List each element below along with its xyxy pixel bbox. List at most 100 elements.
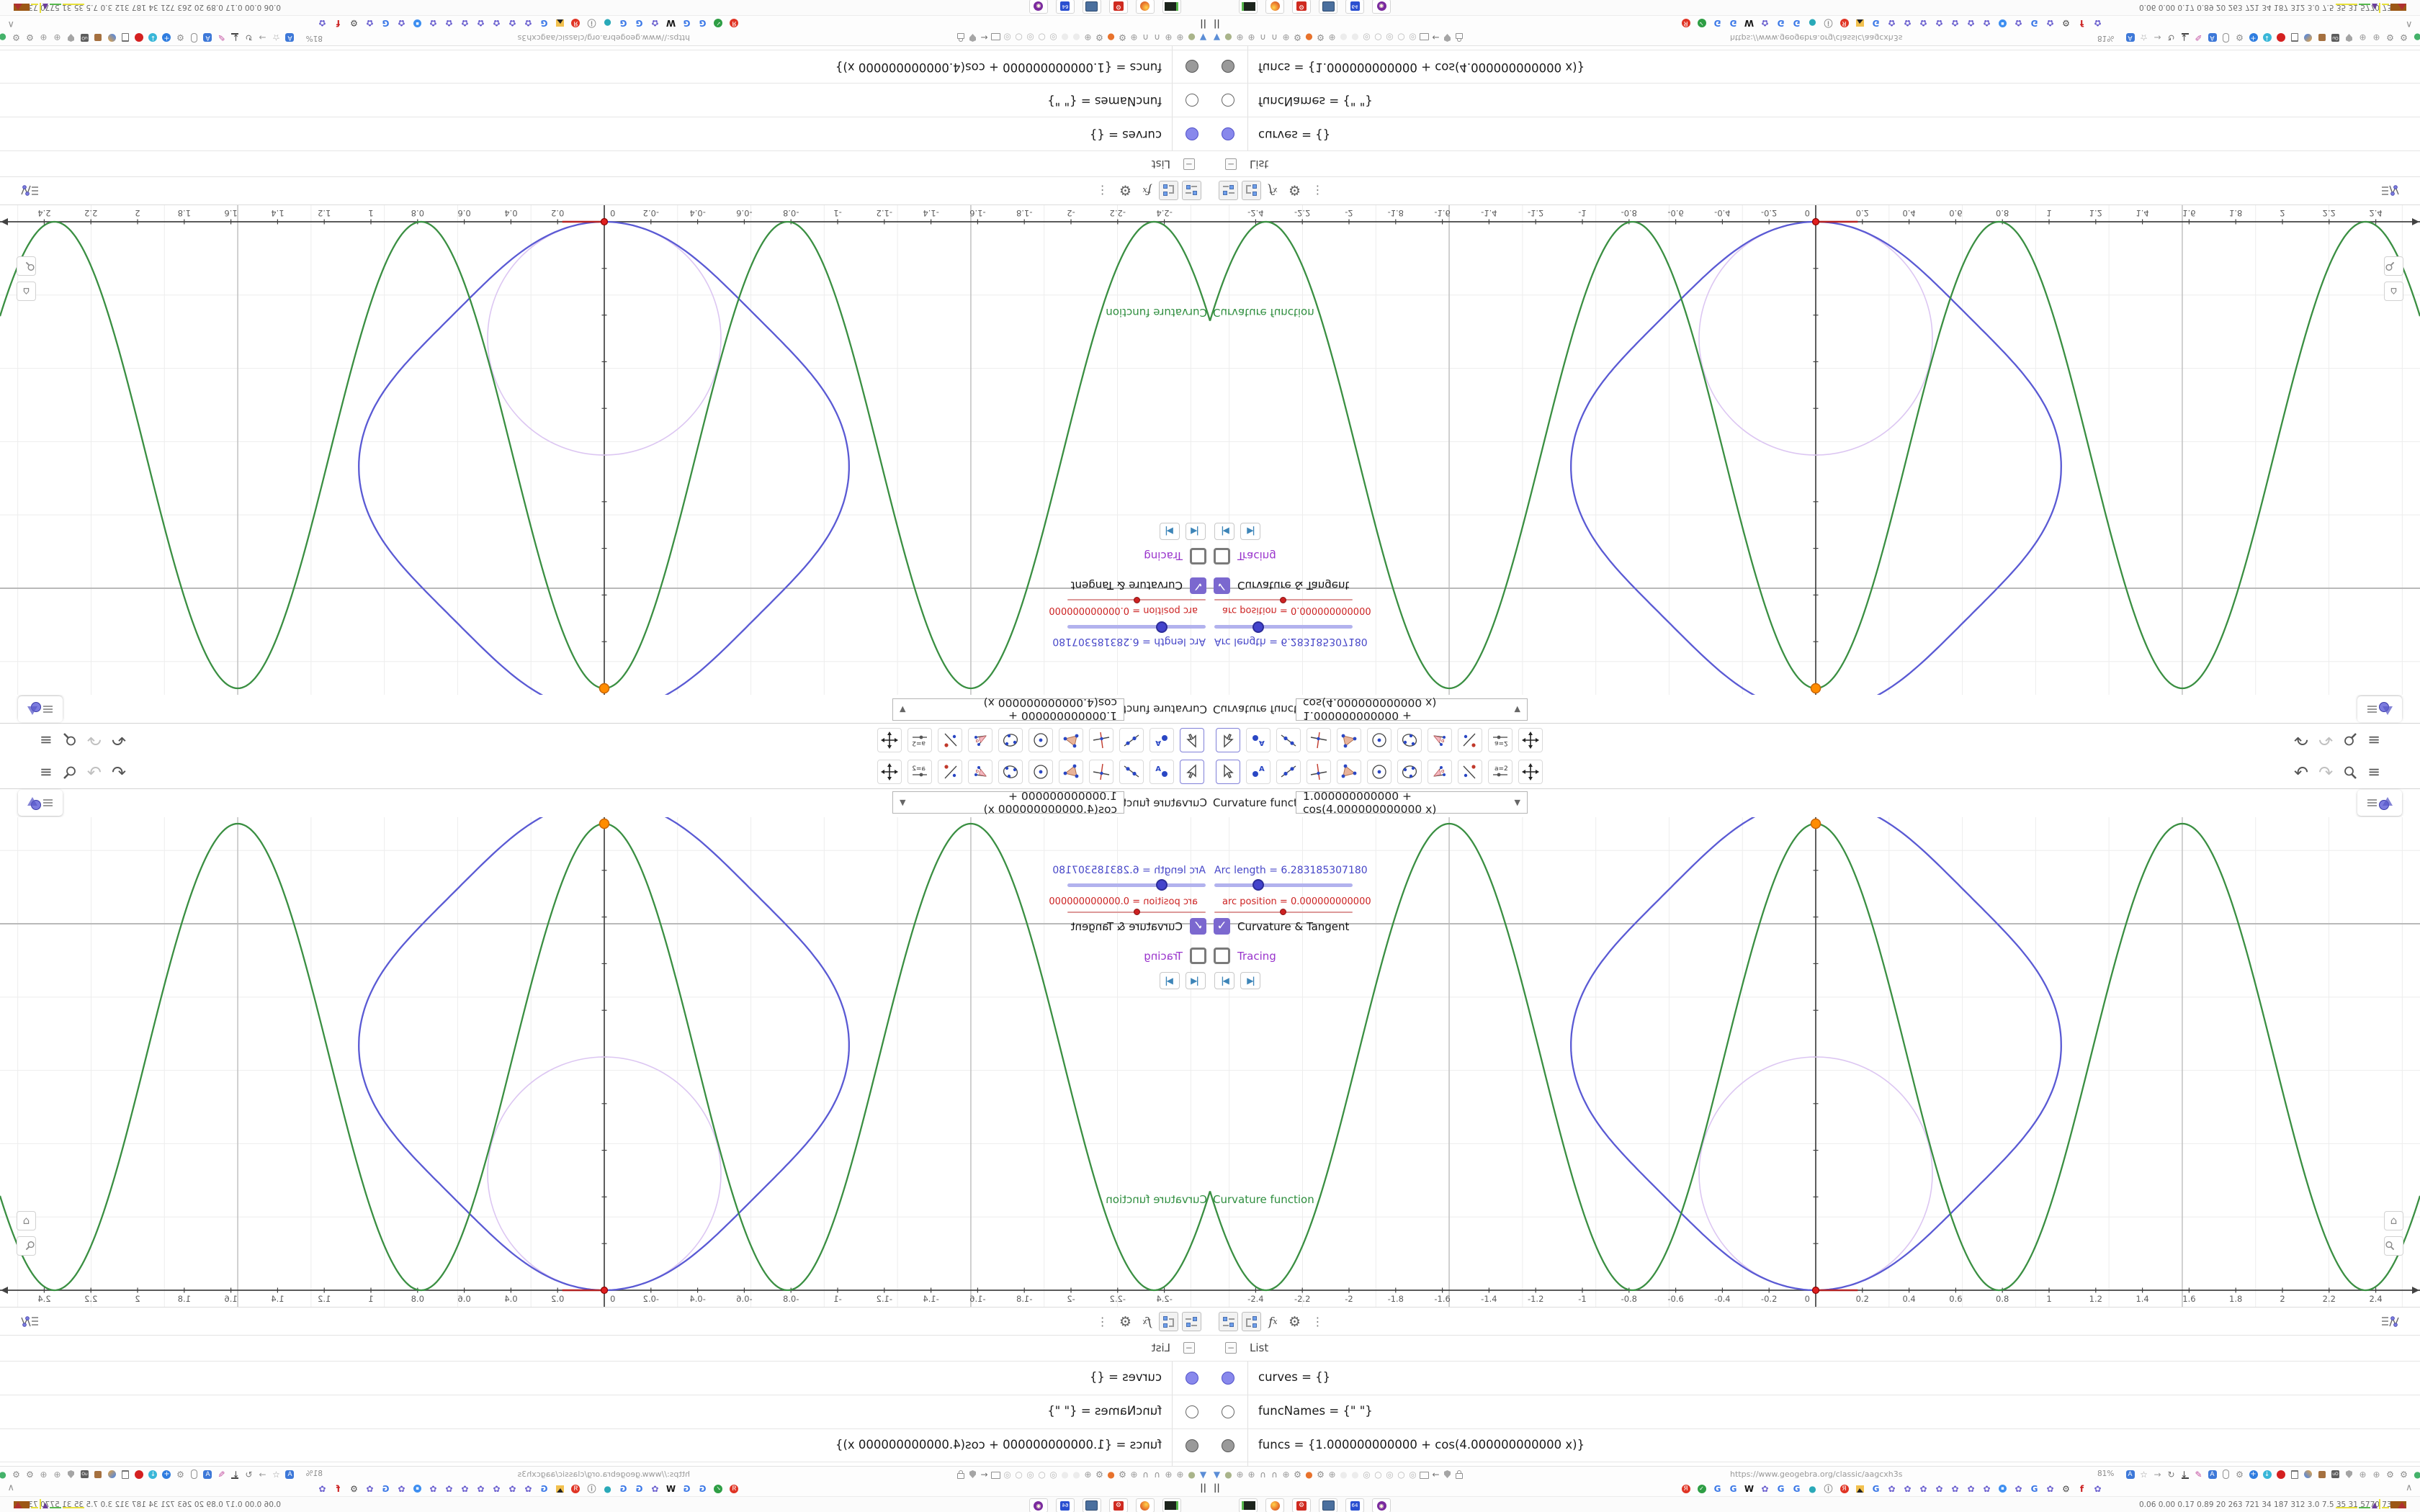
geogebra-icon[interactable]: ✿ [491,1483,502,1494]
arrow-left-icon[interactable]: ← [979,32,990,43]
arrow-left-icon[interactable]: ← [1430,32,1441,43]
visibility-toggle[interactable] [1186,1372,1198,1385]
skip-end-button[interactable]: ▶| [1240,972,1260,989]
zoom-button[interactable] [17,1236,36,1256]
wrench-icon[interactable]: ⚙ [1117,1469,1128,1480]
box-brown-icon[interactable] [93,1469,104,1480]
green-shield-icon[interactable]: ✓ [1696,1483,1707,1494]
google-icon[interactable]: G [1775,1483,1786,1494]
red-circle-icon[interactable] [134,1469,145,1480]
geogebra-icon[interactable]: ✿ [1886,18,1897,29]
gear-icon[interactable]: ⚙ [1094,32,1105,43]
visibility-toggle[interactable] [1222,1439,1234,1452]
arrow-right-icon[interactable]: → [257,1469,268,1480]
circle-dot-icon[interactable]: ◎ [1025,32,1036,43]
gear-icon[interactable]: ⚙ [2398,32,2409,43]
translate-icon[interactable]: A [284,1469,295,1480]
globe-color-icon[interactable] [2303,1469,2313,1480]
perpendicular-tool-button[interactable] [1089,728,1113,752]
trash-icon[interactable] [2289,1469,2300,1480]
angle-tool-button[interactable]: α [1428,760,1452,784]
geogebra-icon[interactable]: ✿ [1981,1483,1992,1494]
globe-icon[interactable]: ⊕ [1163,32,1174,43]
geogebra-icon[interactable]: ✿ [428,18,439,29]
geogebra-icon[interactable]: ✿ [1760,18,1770,29]
skip-start-button[interactable]: |◀ [1214,972,1234,989]
globe-icon[interactable]: ⊕ [1163,1469,1174,1480]
google-icon[interactable]: G [1791,1483,1802,1494]
translate-icon[interactable]: A [202,1469,213,1480]
url-field[interactable]: https://www.geogebra.org/classic/aagcxh3… [518,1470,690,1479]
arc-length-slider[interactable] [1214,883,1353,887]
kite-icon[interactable]: ▼ [1211,1469,1222,1480]
globe-icon[interactable]: ⊕ [1129,1469,1139,1480]
algebra-more-button[interactable]: ⋮ [1093,1312,1112,1331]
circle-dot-icon[interactable]: ◎ [1407,1469,1418,1480]
yandex-icon[interactable]: Я [570,1483,581,1494]
zoom-button[interactable] [2384,256,2403,276]
kite-icon[interactable]: ▼ [1211,32,1222,43]
gear-icon[interactable]: ⚙ [11,32,22,43]
gear-icon[interactable]: ⚙ [1094,1469,1105,1480]
google-icon[interactable]: G [1791,18,1802,29]
descriptions-button[interactable] [1219,1312,1238,1331]
url-field[interactable]: https://www.geogebra.org/classic/aagcxh3… [1730,33,1902,42]
folder-icon[interactable] [1419,1469,1430,1480]
globe-icon[interactable]: ⊕ [1246,32,1257,43]
firefox-app-icon[interactable] [1136,1498,1155,1512]
sage-circle-icon[interactable]: ● [1186,1469,1197,1480]
geogebra-icon[interactable]: ✿ [2092,1483,2103,1494]
yandex-icon[interactable]: Я [729,1483,740,1494]
circle-dot-icon[interactable]: ◎ [1384,32,1395,43]
dot-faint-icon[interactable]: ● [1338,32,1349,43]
tracing-checkbox[interactable] [1190,548,1206,564]
algebra-settings-button[interactable]: ⚙ [1285,181,1304,200]
geogebra-icon[interactable]: ✿ [1981,18,1992,29]
green-dot-icon[interactable]: ● [2412,1469,2420,1480]
shield-icon[interactable] [2344,32,2354,43]
curvature-tangent-checkbox[interactable]: ✓ [1190,918,1206,935]
ublock-icon[interactable]: uO [2330,1469,2341,1480]
google-icon[interactable]: G [380,1483,391,1494]
translate-icon[interactable]: A [202,32,213,43]
hook-icon[interactable]: ∩ [1152,1469,1162,1480]
google-icon[interactable]: G [618,1483,629,1494]
menu-icon[interactable]: ≡ [2367,765,2380,780]
curvature-tangent-checkbox[interactable]: ✓ [1214,577,1230,594]
info-icon[interactable]: ⓘ [1823,18,1834,29]
algebra-row-curves[interactable]: curves = {} [0,117,1210,151]
auxiliary-objects-button[interactable]: fx [1263,1312,1283,1331]
polygon-tool-button[interactable] [1337,728,1361,752]
arrow-right-icon[interactable]: → [2152,1469,2163,1480]
tree-view-button[interactable] [1242,181,1261,200]
line-tool-button[interactable] [1276,760,1301,784]
chevron-up-icon[interactable]: ∧ [2406,1482,2413,1493]
arrow-right-icon[interactable]: → [2152,32,2163,43]
google-icon[interactable]: G [681,1483,692,1494]
function-dropdown[interactable]: 1.000000000000 + cos(4.000000000000 x) ▼ [1296,697,1528,723]
menu-icon[interactable]: ≡ [40,763,53,780]
circle-empty-icon[interactable]: ○ [1373,1469,1384,1480]
geogebra-icon[interactable]: ✿ [444,18,454,29]
polygon-tool-button[interactable] [1337,760,1361,784]
bot-app-icon[interactable]: ◉ [1372,0,1391,14]
hook-icon[interactable]: ∩ [1269,1469,1280,1480]
teal-down-icon[interactable]: ↓ [148,32,158,43]
slider-tool-button[interactable]: a=2 [908,728,932,752]
function-dropdown[interactable]: 1.000000000000 + cos(4.000000000000 x) ▼ [892,697,1124,723]
visibility-toggle[interactable] [1186,1439,1198,1452]
geogebra-icon[interactable]: ✿ [507,18,518,29]
terminal-app-icon[interactable] [1162,0,1181,14]
algebra-more-button[interactable]: ⋮ [1308,181,1327,200]
reload-icon[interactable]: ↻ [243,1469,254,1480]
arc-position-slider-knob[interactable] [1280,909,1286,915]
algebra-row-funcs[interactable]: funcs = {1.000000000000 + cos(4.00000000… [1210,1428,2420,1462]
floppy64-app-icon[interactable]: 64 [1056,0,1075,14]
slider-tool-button[interactable]: a=2 [1488,760,1512,784]
collapse-icon[interactable]: − [1183,1342,1195,1354]
settings-app-icon[interactable]: ⚙ [1292,1498,1311,1512]
google-icon[interactable]: G [634,18,645,29]
geogebra-icon[interactable]: ✿ [1966,18,1976,29]
algebra-row-funcs[interactable]: funcs = {1.000000000000 + cos(4.00000000… [0,50,1210,84]
algebra-row-curves[interactable]: curves = {} [1210,1361,2420,1395]
